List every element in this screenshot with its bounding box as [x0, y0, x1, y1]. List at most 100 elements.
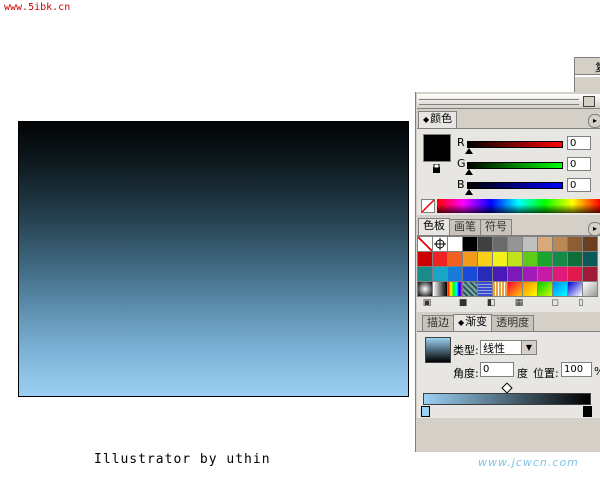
tab-gradient[interactable]: ◆渐变: [453, 314, 493, 331]
input-b[interactable]: 0: [567, 178, 591, 192]
swatch[interactable]: [433, 252, 447, 266]
none-color-icon[interactable]: [421, 199, 435, 213]
slider-g[interactable]: [467, 162, 563, 169]
tab-symbols[interactable]: 符号: [480, 219, 512, 235]
input-g[interactable]: 0: [567, 157, 591, 171]
swatch-gradient[interactable]: [508, 282, 522, 296]
show-color-swatches-icon[interactable]: ■: [457, 298, 469, 309]
chevron-down-icon[interactable]: ▼: [521, 341, 536, 354]
tab-transparency[interactable]: 透明度: [491, 315, 535, 331]
swatch[interactable]: [418, 267, 432, 281]
swatch[interactable]: [433, 267, 447, 281]
swatch-pattern[interactable]: [463, 282, 477, 296]
swatch-gradient[interactable]: [538, 282, 552, 296]
position-input[interactable]: 100: [561, 362, 592, 377]
gradient-ramp[interactable]: [423, 393, 591, 405]
swatch[interactable]: [583, 252, 597, 266]
new-swatch-icon[interactable]: ◻: [549, 298, 561, 309]
swatch-gradient[interactable]: [523, 282, 537, 296]
swatch[interactable]: [448, 237, 462, 251]
slider-label-r: R: [457, 136, 465, 149]
swatch[interactable]: [568, 237, 582, 251]
panel-titlebar[interactable]: [417, 94, 600, 109]
slider-label-b: B: [457, 178, 465, 191]
swatch[interactable]: [568, 267, 582, 281]
gradient-midpoint-handle[interactable]: [501, 382, 513, 394]
swatch[interactable]: [493, 267, 507, 281]
gradient-rectangle[interactable]: [18, 121, 409, 397]
swatch[interactable]: [553, 267, 567, 281]
swatch[interactable]: [493, 237, 507, 251]
swatch-gradient[interactable]: [418, 282, 432, 296]
gradient-stop-end[interactable]: [583, 406, 592, 417]
swatch[interactable]: [523, 237, 537, 251]
minimize-button[interactable]: [583, 96, 595, 107]
swatch[interactable]: [538, 252, 552, 266]
swatch[interactable]: [478, 237, 492, 251]
swatch[interactable]: [583, 267, 597, 281]
color-panel-menu-button[interactable]: ▸: [588, 114, 600, 128]
gradient-panel-tabs: 描边 ◆渐变 透明度: [422, 314, 535, 331]
color-spectrum-bar[interactable]: [437, 199, 600, 213]
slider-r-handle[interactable]: [465, 148, 473, 154]
input-r[interactable]: 0: [567, 136, 591, 150]
position-label: 位置:: [533, 367, 559, 380]
swatch[interactable]: [463, 267, 477, 281]
credit-text: Illustrator by uthin: [94, 452, 271, 467]
tab-swatches[interactable]: 色板: [418, 218, 450, 235]
swatch[interactable]: [583, 237, 597, 251]
swatch[interactable]: [553, 252, 567, 266]
swatch[interactable]: [568, 252, 582, 266]
swatch[interactable]: [508, 237, 522, 251]
swatch[interactable]: [418, 252, 432, 266]
swatch[interactable]: [478, 267, 492, 281]
swatch[interactable]: [448, 252, 462, 266]
swatch[interactable]: [538, 237, 552, 251]
swatch[interactable]: [418, 237, 432, 251]
diamond-icon: ◆: [458, 318, 465, 327]
swatch[interactable]: [523, 267, 537, 281]
swatch[interactable]: [463, 237, 477, 251]
swatch-registration[interactable]: [433, 237, 447, 251]
gradient-panel-body: 类型: 线性 ▼ 角度: 0 度 位置: 100 %: [417, 331, 600, 418]
watermark-bottom: www.jcwcn.com: [478, 456, 579, 469]
swatch[interactable]: [553, 237, 567, 251]
swatch-grid: [417, 236, 598, 297]
swatch[interactable]: [508, 267, 522, 281]
swatch[interactable]: [523, 252, 537, 266]
show-pattern-swatches-icon[interactable]: ▦: [513, 298, 525, 309]
swatch-gradient[interactable]: [583, 282, 597, 296]
swatch[interactable]: [538, 267, 552, 281]
swatch[interactable]: [493, 252, 507, 266]
swatch-panel-menu-button[interactable]: ▸: [588, 222, 600, 236]
angle-input[interactable]: 0: [480, 362, 514, 377]
out-of-gamut-icon[interactable]: [432, 164, 441, 174]
tab-brushes[interactable]: 画笔: [449, 219, 481, 235]
swatch[interactable]: [463, 252, 477, 266]
slider-b-handle[interactable]: [465, 189, 473, 195]
swatch-gradient[interactable]: [448, 282, 462, 296]
swatch-pattern[interactable]: [478, 282, 492, 296]
gradient-preview-swatch[interactable]: [425, 337, 451, 363]
swatch-pattern[interactable]: [493, 282, 507, 296]
swatch-panel-tabs: 色板 画笔 符号: [418, 218, 512, 235]
delete-swatch-icon[interactable]: ▯: [575, 298, 587, 309]
gradient-type-select[interactable]: 线性 ▼: [480, 340, 537, 355]
swatch-gradient[interactable]: [553, 282, 567, 296]
tab-color[interactable]: ◆颜色: [418, 111, 458, 128]
slider-b[interactable]: [467, 182, 563, 189]
swatch[interactable]: [508, 252, 522, 266]
swatch-gradient[interactable]: [568, 282, 582, 296]
slider-r[interactable]: [467, 141, 563, 148]
show-all-swatches-icon[interactable]: ▣: [421, 298, 433, 309]
show-gradient-swatches-icon[interactable]: ◧: [485, 298, 497, 309]
swatch[interactable]: [448, 267, 462, 281]
fill-color-swatch[interactable]: [423, 134, 451, 162]
gradient-stop-start[interactable]: [421, 406, 430, 417]
swatch-gradient[interactable]: [433, 282, 447, 296]
swatch-panel-body: ▣ ■ ◧ ▦ ◻ ▯: [417, 235, 600, 312]
tab-stroke[interactable]: 描边: [422, 315, 454, 331]
swatch[interactable]: [478, 252, 492, 266]
tools-panel-stub[interactable]: 复: [574, 57, 600, 96]
slider-g-handle[interactable]: [465, 169, 473, 175]
